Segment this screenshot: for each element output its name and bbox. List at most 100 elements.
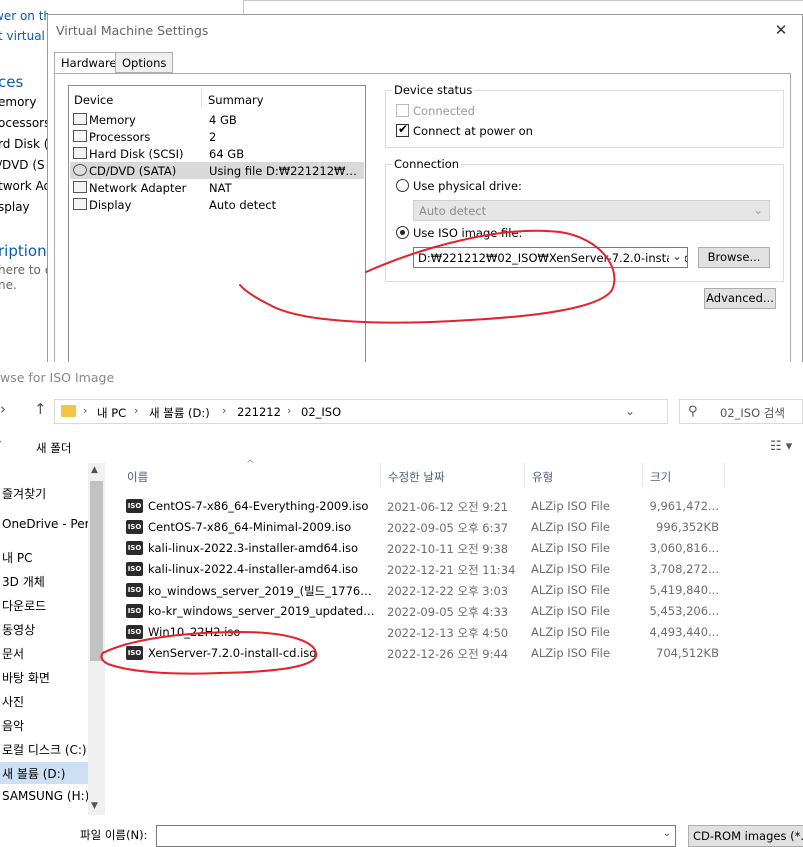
browse-button[interactable]: Browse...: [698, 247, 770, 268]
device-row-memory[interactable]: Memory 4 GB: [70, 111, 364, 128]
tab-options[interactable]: Options: [115, 52, 174, 73]
file-type: ALZip ISO File: [531, 562, 610, 576]
connected-label: Connected: [413, 104, 475, 118]
tab-hardware[interactable]: Hardware: [54, 52, 124, 74]
file-date: 2022-12-21 오전 11:34: [387, 563, 516, 577]
up-arrow-icon[interactable]: ↑: [34, 400, 47, 418]
hardware-tab-panel: Device Summary Memory 4 GB Processors 2 …: [54, 73, 791, 364]
bg-device-cddvd: /DVD (S: [0, 158, 45, 172]
device-row-network-adapter[interactable]: Network Adapter NAT: [70, 179, 364, 196]
forward-arrow-icon[interactable]: ›: [0, 400, 6, 418]
chevron-down-icon[interactable]: ⌄: [663, 828, 671, 839]
device-row-display[interactable]: Display Auto detect: [70, 196, 364, 213]
physical-drive-select[interactable]: Auto detect ⌄: [413, 200, 770, 221]
use-physical-drive-radio[interactable]: [396, 179, 409, 192]
chevron-down-icon[interactable]: ▾: [0, 438, 1, 449]
navigation-scrollbar[interactable]: ▲ ▼: [88, 463, 105, 815]
new-folder-button[interactable]: 새 폴더: [36, 440, 71, 456]
file-list-header: ^ 이름 수정한 날짜 유형 크기: [105, 459, 803, 487]
nav-item-downloads[interactable]: 다운로드: [2, 597, 46, 614]
chevron-down-icon[interactable]: ⌄: [625, 404, 635, 418]
file-name: CentOS-7-x86_64-Minimal-2009.iso: [148, 520, 352, 534]
nav-item-desktop[interactable]: 바탕 화면: [2, 669, 50, 686]
device-row-processors[interactable]: Processors 2: [70, 128, 364, 145]
chevron-right-icon[interactable]: ›: [222, 404, 226, 417]
device-column-header[interactable]: Device: [74, 93, 113, 107]
scrollbar-thumb[interactable]: [90, 481, 103, 661]
chevron-right-icon[interactable]: ›: [287, 404, 291, 417]
search-placeholder: 02_ISO 검색: [720, 406, 785, 420]
devices-heading: ces: [0, 73, 24, 91]
vm-settings-titlebar[interactable]: Virtual Machine Settings ✕: [48, 15, 803, 46]
chevron-right-icon[interactable]: ›: [134, 404, 138, 417]
nav-item-music[interactable]: 음악: [2, 717, 24, 734]
breadcrumb-volume-d[interactable]: 새 볼륨 (D:): [149, 405, 210, 421]
file-type: ALZip ISO File: [531, 541, 610, 555]
connect-at-power-on-label: Connect at power on: [413, 124, 533, 138]
iso-file-icon: ISO: [126, 562, 143, 576]
file-name: kali-linux-2022.3-installer-amd64.iso: [148, 541, 359, 555]
nav-item-documents[interactable]: 문서: [2, 645, 24, 662]
nav-item-volume-d[interactable]: 새 볼륨 (D:): [0, 762, 88, 784]
file-row[interactable]: ISO kali-linux-2022.3-installer-amd64.is…: [123, 538, 803, 559]
breadcrumb-02-iso[interactable]: 02_ISO: [301, 405, 341, 419]
breadcrumb-my-pc[interactable]: 내 PC: [97, 405, 126, 421]
file-row[interactable]: ISO CentOS-7-x86_64-Everything-2009.iso …: [123, 496, 803, 517]
nav-item-samsung-h[interactable]: SAMSUNG (H:): [2, 789, 89, 803]
file-row[interactable]: ISO Win10_22H2.iso 2022-12-13 오후 4:50 AL…: [123, 622, 803, 643]
device-name: Hard Disk (SCSI): [89, 147, 184, 161]
connected-checkbox[interactable]: [396, 104, 409, 117]
file-type-filter[interactable]: CD-ROM images (*.iso): [688, 825, 803, 847]
description-heading: ription: [0, 242, 47, 260]
column-separator[interactable]: [724, 463, 725, 487]
edit-settings-link[interactable]: t virtual: [0, 29, 45, 43]
device-status-group: Device status Connected ✔ Connect at pow…: [385, 83, 784, 148]
view-options-icon[interactable]: ☷ ▾: [770, 439, 792, 454]
iso-file-icon: ISO: [126, 583, 143, 597]
column-header-date[interactable]: 수정한 날짜: [388, 469, 445, 485]
use-iso-image-radio[interactable]: [396, 226, 409, 239]
nav-item-local-disk-c[interactable]: 로컬 디스크 (C:): [2, 741, 87, 758]
device-summary: Using file D:₩221212₩02_ISO₩XenServer-7.…: [209, 164, 361, 178]
nav-item-my-pc[interactable]: 내 PC: [2, 549, 32, 566]
close-icon[interactable]: ✕: [769, 18, 793, 42]
file-row-xenserver[interactable]: ISO XenServer-7.2.0-install-cd.iso 2022-…: [123, 643, 803, 664]
scroll-down-icon[interactable]: ▼: [91, 801, 98, 811]
iso-path-value: D:₩221212₩02_ISO₩XenServer-7.2.0-install…: [418, 251, 688, 265]
filename-input[interactable]: ⌄: [156, 825, 676, 847]
column-header-type[interactable]: 유형: [532, 469, 553, 485]
file-row[interactable]: ISO kali-linux-2022.4-installer-amd64.is…: [123, 559, 803, 580]
connect-at-power-on-checkbox[interactable]: ✔: [396, 122, 409, 137]
file-name: kali-linux-2022.4-installer-amd64.iso: [148, 562, 359, 576]
nav-item-pictures[interactable]: 사진: [2, 693, 24, 710]
sort-ascending-icon: ^: [246, 459, 255, 470]
summary-column-header[interactable]: Summary: [208, 93, 264, 107]
column-separator[interactable]: [524, 463, 525, 487]
nav-item-favorites[interactable]: 즐겨찾기: [2, 485, 46, 502]
chevron-right-icon[interactable]: ›: [83, 404, 87, 417]
device-summary: Auto detect: [209, 198, 277, 212]
iso-path-input[interactable]: D:₩221212₩02_ISO₩XenServer-7.2.0-install…: [413, 247, 688, 268]
file-name: XenServer-7.2.0-install-cd.iso: [148, 646, 317, 660]
chevron-down-icon: ⌄: [753, 203, 763, 217]
file-row[interactable]: ISO ko-kr_windows_server_2019_updated_au…: [123, 601, 803, 622]
column-separator[interactable]: [380, 463, 381, 487]
device-row-cd-dvd[interactable]: CD/DVD (SATA) Using file D:₩221212₩02_IS…: [70, 162, 364, 179]
breadcrumb-221212[interactable]: 221212: [237, 405, 281, 419]
nav-item-3d-objects[interactable]: 3D 개체: [2, 573, 45, 590]
column-separator[interactable]: [642, 463, 643, 487]
bg-device-processors: ocessors: [0, 116, 48, 130]
breadcrumb[interactable]: › 내 PC › 새 볼륨 (D:) › 221212 › 02_ISO ⌄ ↻: [54, 399, 713, 424]
scroll-up-icon[interactable]: ▲: [91, 465, 98, 475]
nav-item-videos[interactable]: 동영상: [2, 621, 35, 638]
search-input[interactable]: ⚲ 02_ISO 검색: [679, 399, 803, 424]
device-row-hard-disk[interactable]: Hard Disk (SCSI) 64 GB: [70, 145, 364, 162]
file-row[interactable]: ISO ko_windows_server_2019_(빌드_17763.3..…: [123, 580, 803, 601]
power-on-link[interactable]: wer on this virtual machine: [0, 9, 48, 23]
column-header-size[interactable]: 크기: [650, 469, 671, 485]
iso-file-icon: ISO: [126, 625, 143, 639]
column-header-name[interactable]: 이름: [127, 469, 148, 485]
file-row[interactable]: ISO CentOS-7-x86_64-Minimal-2009.iso 202…: [123, 517, 803, 538]
chevron-down-icon[interactable]: ⌄: [669, 249, 685, 266]
advanced-button[interactable]: Advanced...: [704, 288, 776, 309]
